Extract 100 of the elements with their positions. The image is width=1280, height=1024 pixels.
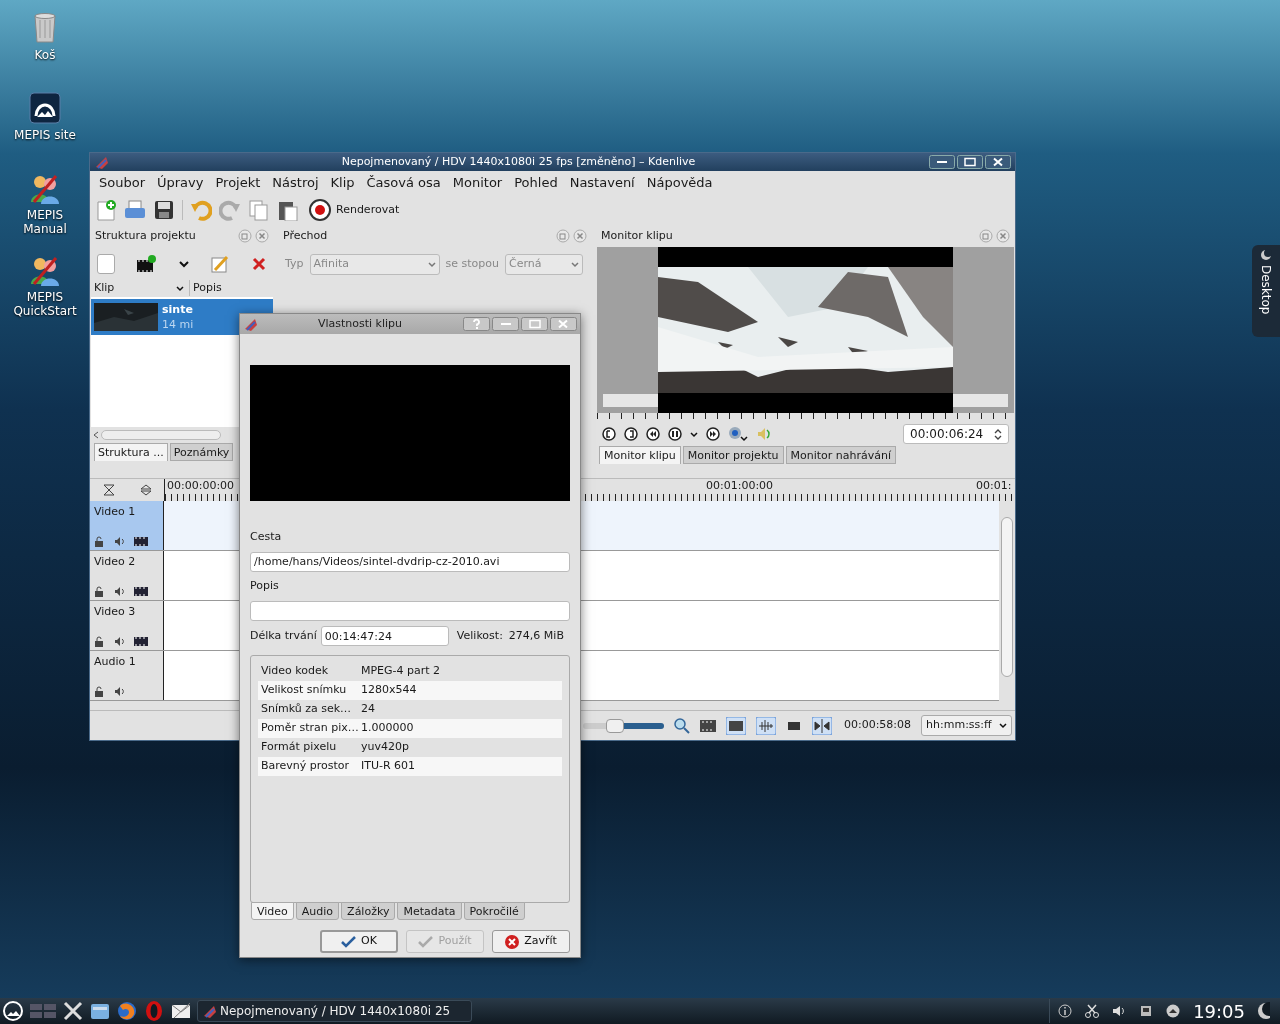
film-icon[interactable] <box>134 586 148 597</box>
film-icon[interactable] <box>725 716 746 735</box>
delete-icon[interactable] <box>251 256 267 272</box>
close-button[interactable] <box>985 155 1011 169</box>
duration-field[interactable]: 00:14:47:24 <box>320 626 449 646</box>
zone-start-icon[interactable] <box>602 427 616 441</box>
panel-tab[interactable]: Struktura ... <box>94 443 168 461</box>
desktop-tab[interactable]: Desktop <box>1252 245 1280 337</box>
add-clip-icon[interactable] <box>137 255 157 273</box>
path-field[interactable]: /home/hans/Videos/sintel-dvdrip-cz-2010.avi <box>250 551 570 572</box>
task-button[interactable]: Nepojmenovaný / HDV 1440x1080i 25 <box>197 1000 472 1022</box>
browser-icon[interactable] <box>116 1000 138 1022</box>
rewind-icon[interactable] <box>646 427 660 441</box>
maximize-button[interactable] <box>957 155 983 169</box>
menu-item[interactable]: Úpravy <box>151 173 210 193</box>
printer-icon[interactable] <box>124 199 146 221</box>
field-label: se stopou <box>445 255 499 272</box>
desktop-icon-label[interactable]: MEPIS site <box>7 128 83 142</box>
speaker-icon[interactable] <box>114 686 124 697</box>
help-button[interactable] <box>463 317 490 331</box>
dialog-tab[interactable]: Audio <box>295 902 340 920</box>
film-icon[interactable] <box>134 536 148 547</box>
property-value: 1280x544 <box>361 682 417 699</box>
dialog-tab[interactable]: Záložky <box>341 902 396 920</box>
clock[interactable]: 19:05 <box>1193 997 1245 1024</box>
opera-icon[interactable] <box>143 1000 165 1022</box>
collapse-icon[interactable] <box>102 484 115 496</box>
caret-icon <box>427 260 436 268</box>
caret-icon <box>999 722 1007 729</box>
tools-icon[interactable] <box>62 1000 84 1022</box>
dialog-button[interactable]: Zavřít <box>492 930 570 953</box>
lock-icon[interactable] <box>94 536 104 547</box>
dome-icon <box>29 92 61 124</box>
gear-icon[interactable] <box>728 426 748 442</box>
scissors-icon[interactable] <box>1085 1004 1100 1018</box>
close-icon[interactable] <box>573 229 587 243</box>
film-icon[interactable] <box>699 717 716 734</box>
caret-icon <box>570 260 579 268</box>
film-icon[interactable] <box>134 636 148 647</box>
menu-item[interactable]: Pohled <box>508 173 564 193</box>
network-icon[interactable] <box>1139 1004 1154 1018</box>
speaker-icon[interactable] <box>114 586 124 597</box>
dialog-tab[interactable]: Video <box>251 902 294 920</box>
paste-icon[interactable] <box>277 199 299 221</box>
position-timecode: 00:00:58:08 <box>843 717 912 734</box>
desktop-icon-label[interactable]: MEPIS QuickStart <box>7 290 83 318</box>
lock-icon[interactable] <box>94 586 104 597</box>
menu-item[interactable]: Časová osa <box>360 173 447 193</box>
new-file-icon[interactable] <box>95 199 117 221</box>
color-swatch[interactable] <box>97 254 115 274</box>
column-header[interactable]: Klip <box>94 279 176 297</box>
expand-icon[interactable] <box>139 484 152 496</box>
column-header[interactable]: Popis <box>189 279 222 297</box>
caret-icon[interactable] <box>179 260 189 268</box>
menu-item[interactable]: Nastavení <box>563 173 641 193</box>
split-icon[interactable] <box>811 716 832 735</box>
caret-icon[interactable] <box>690 430 698 438</box>
zone-end-icon[interactable] <box>624 427 638 441</box>
pause-icon[interactable] <box>668 427 682 441</box>
speaker-icon[interactable] <box>114 536 124 547</box>
desktop-icon-label[interactable]: MEPIS Manual <box>7 208 83 236</box>
menu-item[interactable]: Nástroj <box>266 173 325 193</box>
lock-icon[interactable] <box>94 636 104 647</box>
property-value: 24 <box>361 701 375 718</box>
field-label: Popis <box>250 577 280 594</box>
ruler-label: 00:00:00:00 <box>167 479 235 492</box>
monitor-tab[interactable]: Monitor klipu <box>599 446 681 464</box>
render-button[interactable]: Renderovat <box>309 199 400 221</box>
speaker-icon[interactable] <box>114 636 124 647</box>
menu-item[interactable]: Monitor <box>446 173 509 193</box>
maximize-button[interactable] <box>521 317 548 331</box>
track-header[interactable]: Video 1 <box>90 501 164 550</box>
lock-icon[interactable] <box>94 686 104 697</box>
menu-item[interactable]: Soubor <box>93 173 151 193</box>
close-icon[interactable] <box>996 229 1010 243</box>
waveform-icon[interactable] <box>755 716 776 735</box>
menu-item[interactable]: Projekt <box>209 173 267 193</box>
dialog-tab[interactable]: Pokročilé <box>463 902 525 920</box>
dialog-tab[interactable]: Metadata <box>397 902 462 920</box>
desktop-icon-label[interactable]: Koš <box>7 48 83 62</box>
monitor-tab[interactable]: Monitor nahrávání <box>785 446 897 464</box>
monitor-tab[interactable]: Monitor projektu <box>682 446 784 464</box>
menu-item[interactable]: Klip <box>324 173 361 193</box>
close-icon[interactable] <box>255 229 269 243</box>
timecode-field[interactable]: 00:00:06:24 <box>903 424 1009 444</box>
kde-menu-icon[interactable] <box>2 1000 24 1022</box>
panel-tab[interactable]: Poznámky <box>169 443 234 461</box>
save-icon[interactable] <box>153 199 175 221</box>
minimize-button[interactable] <box>492 317 519 331</box>
volume-icon[interactable] <box>1112 1004 1127 1018</box>
close-button[interactable] <box>550 317 577 331</box>
menu-item[interactable]: Nápověda <box>640 173 719 193</box>
format-dropdown[interactable]: hh:mm:ss:ff <box>921 715 1012 736</box>
minimize-button[interactable] <box>929 155 955 169</box>
forward-icon[interactable] <box>706 427 720 441</box>
info-icon[interactable] <box>1058 1004 1073 1018</box>
description-field[interactable] <box>250 601 570 621</box>
dialog-button[interactable]: OK <box>320 930 398 953</box>
zoom-in-icon[interactable] <box>673 717 690 734</box>
scrollbar[interactable] <box>101 430 221 440</box>
